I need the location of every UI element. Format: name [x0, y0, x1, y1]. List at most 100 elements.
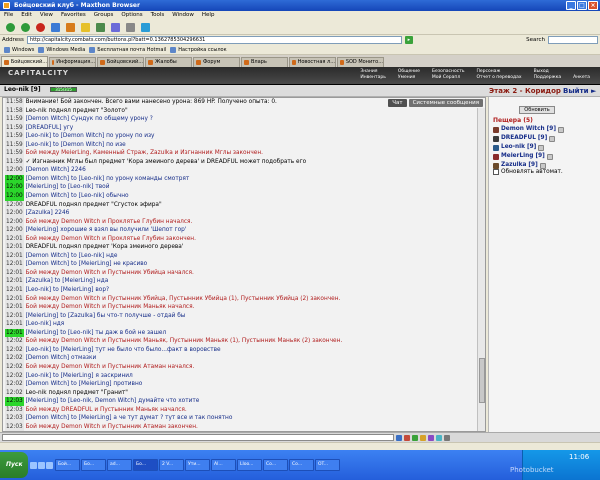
task-button[interactable]: Co... — [289, 459, 314, 471]
auto-refresh-checkbox[interactable] — [493, 169, 499, 175]
game-menu-support[interactable]: Поддержка — [534, 75, 562, 80]
chat-timestamp[interactable]: 11:59 — [5, 140, 24, 150]
print-button[interactable] — [124, 22, 137, 33]
chat-timestamp[interactable]: 12:02 — [5, 345, 24, 355]
smiles-icon[interactable] — [412, 434, 418, 441]
chat-timestamp[interactable]: 12:01 — [5, 294, 24, 304]
game-menu-profile[interactable]: Анкета — [573, 75, 590, 80]
refresh-list-button[interactable]: Обновить — [519, 106, 555, 114]
player-name-link[interactable]: Demon Witch [9] — [501, 125, 556, 134]
chat-timestamp[interactable]: 12:01 — [5, 277, 24, 287]
zoom-button[interactable] — [139, 22, 152, 33]
info-icon[interactable] — [546, 153, 553, 160]
mail-button[interactable] — [109, 22, 122, 33]
game-menu-skills[interactable]: Умения — [398, 75, 420, 80]
tab-fightclub-2[interactable]: Бойцовский... — [97, 57, 144, 67]
info-icon[interactable] — [549, 135, 556, 142]
menu-edit[interactable]: Edit — [21, 11, 32, 20]
tab-forum[interactable]: Форум — [193, 57, 240, 67]
game-menu-inventory[interactable]: Инвентарь — [360, 75, 386, 80]
translit-icon[interactable] — [420, 434, 426, 441]
home-button[interactable] — [64, 22, 77, 33]
chat-timestamp[interactable]: 12:02 — [5, 380, 24, 389]
chat-timestamp[interactable]: 12:01 — [5, 234, 24, 244]
tab-complaints[interactable]: Жалобы — [145, 57, 192, 67]
chat-timestamp[interactable]: 12:01 — [5, 328, 24, 338]
chat-timestamp[interactable]: 12:01 — [5, 286, 24, 295]
chat-timestamp[interactable]: 12:00 — [5, 200, 24, 210]
chat-timestamp[interactable]: 12:00 — [5, 226, 24, 235]
clear-icon[interactable] — [404, 434, 410, 441]
menu-favorites[interactable]: Favorites — [61, 11, 86, 20]
task-button[interactable]: Co... — [263, 459, 288, 471]
favorites-button[interactable] — [79, 22, 92, 33]
menu-tools[interactable]: Tools — [151, 11, 165, 20]
chat-timestamp[interactable]: 12:01 — [5, 320, 24, 329]
info-icon[interactable] — [557, 126, 564, 133]
chat-timestamp[interactable]: 12:01 — [5, 311, 24, 321]
player-name-link[interactable]: Leo-nik [9] — [501, 143, 536, 152]
chat-timestamp[interactable]: 12:01 — [5, 243, 24, 252]
game-menu-mycerapl[interactable]: Мой Серапл — [432, 75, 465, 80]
minimize-button[interactable]: _ — [566, 1, 576, 10]
chat-timestamp[interactable]: 11:59 — [5, 115, 24, 124]
player-row[interactable]: MeierLing [9] — [493, 152, 599, 161]
chat-timestamp[interactable]: 12:03 — [5, 405, 24, 415]
chat-timestamp[interactable]: 11:59 — [5, 149, 24, 158]
chat-timestamp[interactable]: 12:00 — [5, 174, 24, 184]
chat-scrollbar[interactable] — [477, 108, 485, 431]
chat-timestamp[interactable]: 11:59 — [5, 132, 24, 141]
chat-timestamp[interactable]: 12:01 — [5, 303, 24, 312]
task-button[interactable]: Бо... — [133, 459, 158, 471]
chat-timestamp[interactable]: 11:59 — [5, 123, 24, 133]
exit-chat-icon[interactable] — [444, 434, 450, 441]
chat-timestamp[interactable]: 12:02 — [5, 362, 24, 372]
tab-vlar[interactable]: Вларь — [241, 57, 288, 67]
maximize-button[interactable]: □ — [577, 1, 587, 10]
task-button[interactable]: Бой... — [55, 459, 80, 471]
exit-link[interactable]: Выйти ► — [563, 87, 596, 95]
game-menu-communication[interactable]: Общение — [398, 69, 420, 74]
chat-timestamp[interactable]: 11:58 — [5, 98, 24, 107]
quick-launch-icon[interactable] — [46, 461, 53, 469]
filter-icon[interactable] — [428, 434, 434, 441]
link-customize[interactable]: Настройка ссылок — [170, 46, 227, 53]
chat-timestamp[interactable]: 12:00 — [5, 166, 24, 175]
tab-chat[interactable]: Чат — [388, 99, 407, 107]
quick-launch-icon[interactable] — [30, 461, 37, 469]
task-button[interactable]: 2 V... — [159, 459, 184, 471]
chat-timestamp[interactable]: 12:02 — [5, 354, 24, 363]
go-button[interactable]: ▸ — [404, 36, 413, 44]
tab-fightclub[interactable]: Бойцовский... — [1, 56, 48, 67]
player-row[interactable]: Leo-nik [9] — [493, 143, 599, 152]
chat-timestamp[interactable]: 12:03 — [5, 414, 24, 423]
task-button[interactable]: ad... — [107, 459, 132, 471]
chat-timestamp[interactable]: 11:59 — [5, 157, 24, 167]
chat-timestamp[interactable]: 12:00 — [5, 192, 24, 201]
game-menu-character[interactable]: Персонаж — [476, 69, 521, 74]
chat-timestamp[interactable]: 12:01 — [5, 251, 24, 261]
settings-icon[interactable] — [436, 434, 442, 441]
task-button[interactable]: Бо... — [81, 459, 106, 471]
info-icon[interactable] — [538, 144, 545, 151]
menu-groups[interactable]: Groups — [94, 11, 114, 20]
menu-help[interactable]: Help — [202, 11, 215, 20]
tab-sod[interactable]: SOD Монито... — [337, 57, 384, 67]
game-menu-security[interactable]: Безопасность — [432, 69, 465, 74]
stop-button[interactable] — [34, 22, 47, 33]
menu-window[interactable]: Window — [172, 11, 194, 20]
chat-timestamp[interactable]: 12:00 — [5, 209, 24, 218]
chat-timestamp[interactable]: 12:00 — [5, 217, 24, 227]
chat-timestamp[interactable]: 12:02 — [5, 337, 24, 346]
task-button[interactable]: OT... — [315, 459, 340, 471]
address-input[interactable]: http://capitalcity.combats.com/buttons.p… — [26, 36, 402, 44]
scroll-thumb[interactable] — [479, 358, 485, 403]
menu-options[interactable]: Options — [121, 11, 142, 20]
menu-view[interactable]: View — [40, 11, 53, 20]
quick-launch-icon[interactable] — [38, 461, 45, 469]
link-hotmail[interactable]: Бесплатная почта Hotmail — [89, 46, 166, 53]
back-button[interactable] — [4, 22, 17, 33]
player-name-link[interactable]: DREADFUL [9] — [501, 134, 547, 143]
close-button[interactable]: × — [588, 1, 598, 10]
task-button[interactable]: Al... — [211, 459, 236, 471]
